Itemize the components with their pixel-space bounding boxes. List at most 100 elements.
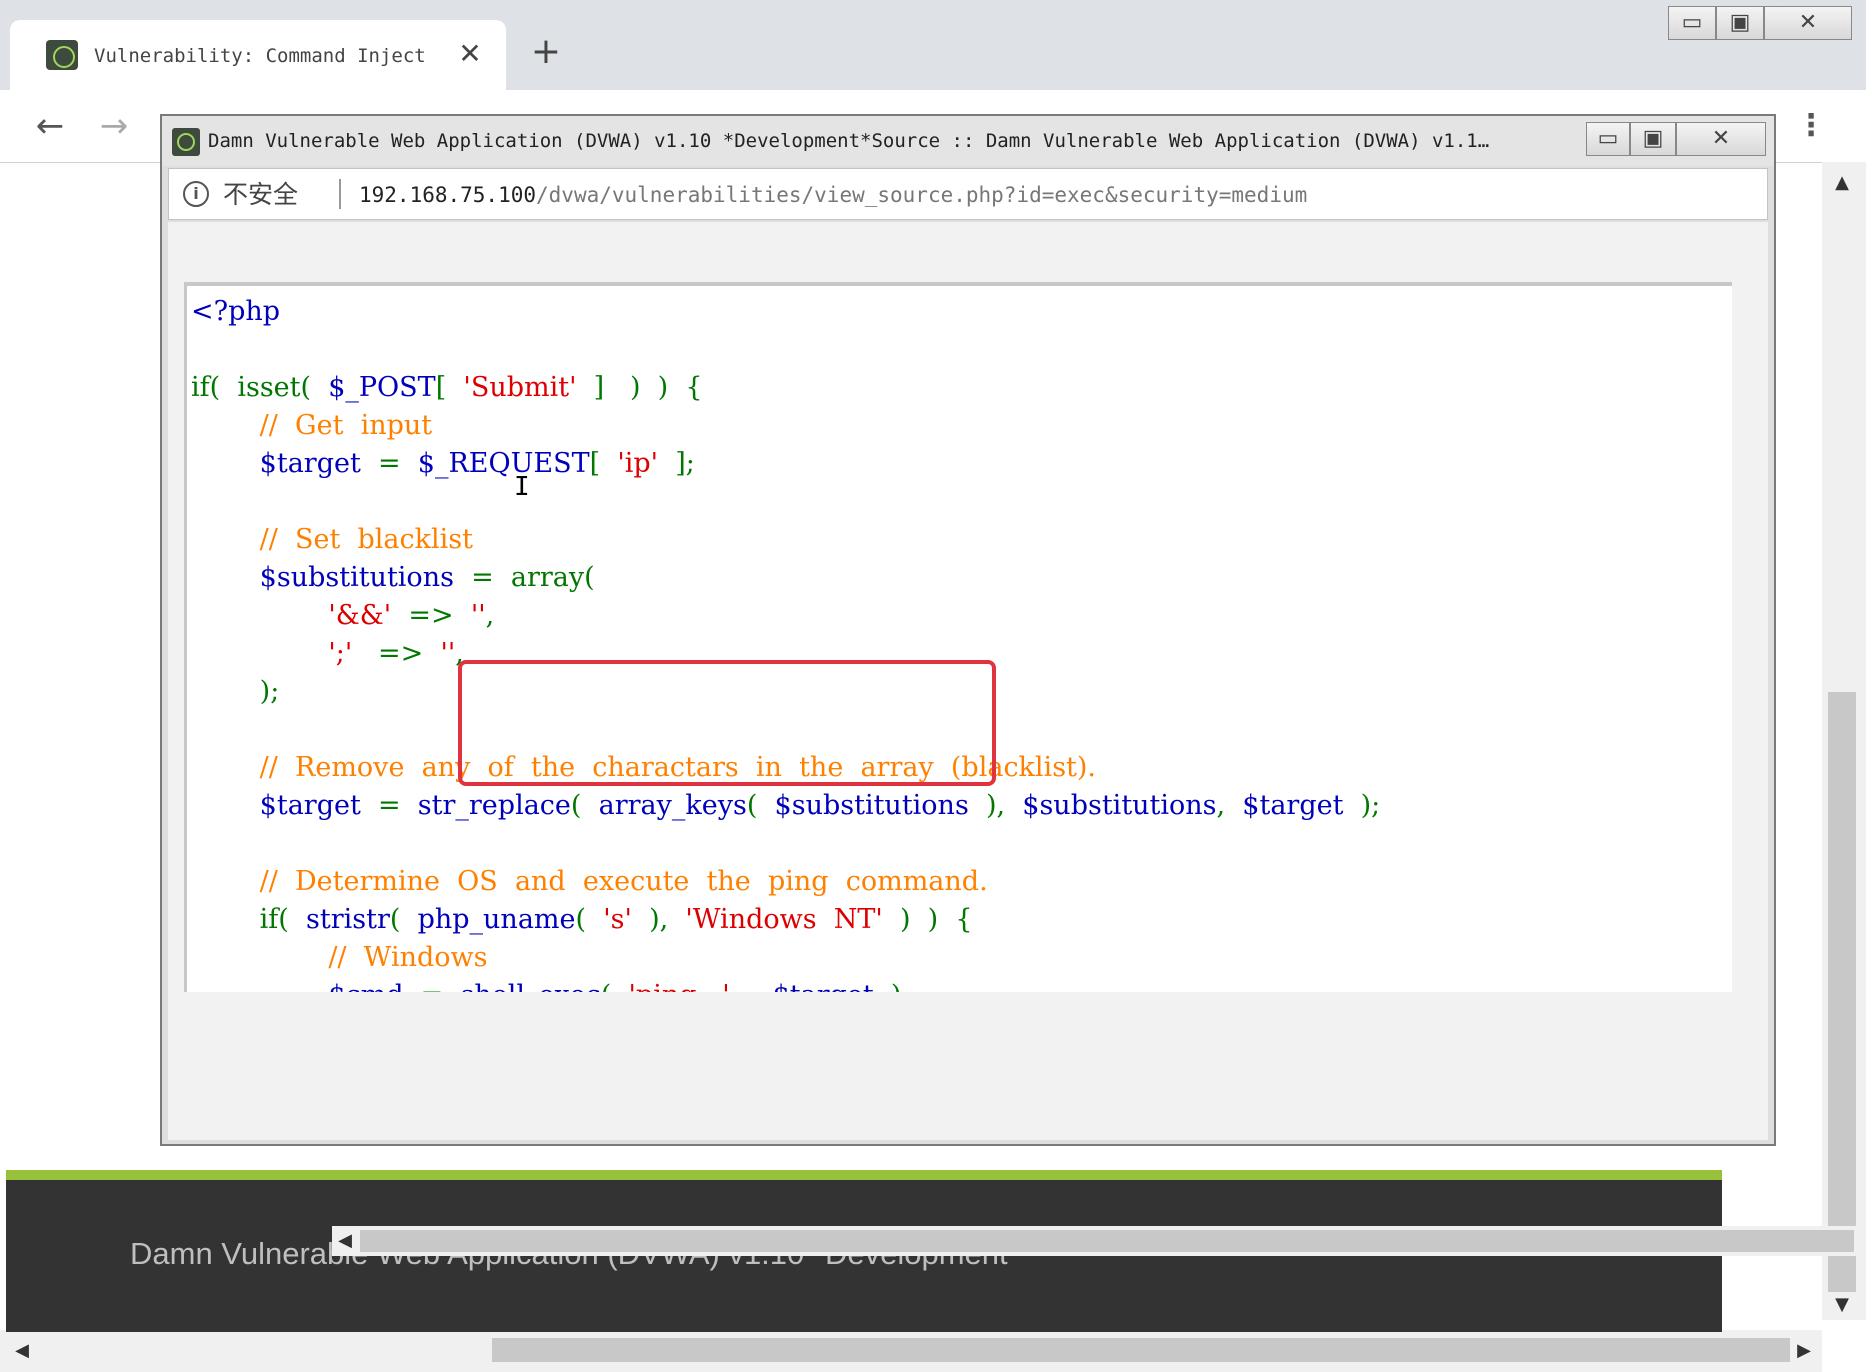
code-token: 'Windows NT' (685, 904, 883, 935)
code-token: ( (570, 790, 599, 821)
outer-tab-active[interactable]: Vulnerability: Command Inject ✕ (10, 20, 506, 90)
code-token: = (421, 980, 461, 992)
code-token: $_REQUEST (417, 448, 590, 479)
code-token: $target (191, 448, 378, 479)
code-token: array_keys (598, 790, 747, 821)
code-token: // Set blacklist (191, 524, 473, 555)
forward-arrow-icon[interactable]: → (92, 104, 136, 148)
code-token: => (391, 600, 471, 631)
code-token: // Windows (191, 942, 488, 973)
code-token: <?php (191, 296, 281, 327)
popup-horizontal-scrollbar[interactable]: ◀ ▶ (332, 1226, 1866, 1256)
popup-title: Damn Vulnerable Web Application (DVWA) v… (208, 130, 1490, 152)
code-line: // Get input (191, 408, 432, 444)
address-separator (339, 179, 341, 209)
code-token: // Get input (191, 410, 433, 441)
scroll-up-arrow-icon[interactable]: ▲ (1828, 168, 1856, 198)
scroll-right-arrow-icon[interactable]: ▶ (1790, 1336, 1818, 1366)
code-token: $target (1242, 790, 1361, 821)
scroll-down-arrow-icon[interactable]: ▼ (1828, 1290, 1856, 1320)
page-horizontal-scroll-thumb[interactable] (492, 1338, 1790, 1362)
outer-close-button[interactable]: ✕ (1764, 6, 1852, 40)
code-line: $substitutions = array( (191, 560, 595, 596)
info-icon[interactable]: i (183, 181, 209, 207)
browser-menu-icon[interactable]: ⋮ (1796, 104, 1826, 148)
url-host: 192.168.75.100 (359, 183, 537, 207)
dvwa-favicon-icon (172, 128, 200, 156)
page-vertical-scroll-thumb[interactable] (1828, 692, 1856, 1292)
code-token: = (377, 790, 418, 821)
code-token: ]; (658, 448, 695, 479)
code-token: ); (191, 676, 280, 707)
code-token: [ (435, 372, 464, 403)
code-token: ); (891, 980, 911, 992)
page-horizontal-scrollbar[interactable]: ◀ ▶ (0, 1330, 1822, 1372)
outer-tab-title: Vulnerability: Command Inject (94, 45, 426, 67)
outer-minimize-button[interactable]: ▭ (1668, 6, 1716, 40)
code-token: 'ping ' (628, 980, 729, 992)
code-token: 's' (603, 904, 632, 935)
tab-close-icon[interactable]: ✕ (450, 34, 490, 74)
code-token: ) ) { (882, 904, 973, 935)
code-token: if( (191, 904, 306, 935)
code-token: = (377, 448, 418, 479)
code-token: php_uname (417, 904, 576, 935)
code-token: $substitutions (1022, 790, 1217, 821)
scroll-left-arrow-icon[interactable]: ◀ (332, 1226, 358, 1256)
code-token: ( (601, 980, 629, 992)
code-token: ( (575, 904, 604, 935)
code-token: ';' (191, 638, 353, 669)
popup-minimize-button[interactable]: ▭ (1586, 122, 1630, 156)
code-token: , (485, 600, 495, 631)
code-token: ( (389, 904, 418, 935)
code-token: [ (589, 448, 618, 479)
code-line: // Windows (191, 940, 488, 976)
code-token: => (352, 638, 441, 669)
code-token: , (1216, 790, 1243, 821)
popup-title-bar[interactable]: Damn Vulnerable Web Application (DVWA) v… (162, 116, 1774, 166)
code-token: . (730, 980, 773, 992)
outer-tab-bar: Vulnerability: Command Inject ✕ + ▭ ▣ ✕ (0, 0, 1866, 90)
popup-address-bar[interactable]: i 不安全 192.168.75.100/dvwa/vulnerabilitie… (168, 168, 1768, 220)
page-footer: Damn Vulnerable Web Application (DVWA) v… (6, 1180, 1722, 1332)
scroll-left-arrow-icon[interactable]: ◀ (8, 1336, 36, 1366)
code-token: $target (773, 980, 891, 992)
new-tab-button[interactable]: + (526, 30, 566, 74)
popup-close-button[interactable]: ✕ (1676, 122, 1766, 156)
security-label[interactable]: 不安全 (223, 177, 313, 213)
code-token: str_replace (417, 790, 571, 821)
code-token: $_POST (328, 372, 436, 403)
code-token: shell_exec (460, 980, 600, 992)
url-path: /dvwa/vulnerabilities/view_source.php?id… (536, 183, 1308, 207)
source-code-block[interactable]: <?php if( isset( $_POST[ 'Submit' ] ) ) {… (184, 282, 1732, 992)
blacklist-highlight-box (458, 660, 996, 786)
code-line: $target = str_replace( array_keys( $subs… (191, 788, 1381, 824)
code-token: '&&' (191, 600, 392, 631)
source-popup-window: Damn Vulnerable Web Application (DVWA) v… (160, 114, 1866, 1256)
code-line: if( stristr( php_uname( 's' ), 'Windows … (191, 902, 973, 938)
code-token: $substitutions (774, 790, 986, 821)
dvwa-favicon-icon (46, 40, 78, 70)
page-vertical-scrollbar[interactable]: ▲ ▼ (1822, 162, 1866, 1320)
code-token: stristr (306, 904, 390, 935)
code-token: 'ip' (617, 448, 659, 479)
code-line: ';' => '', (191, 636, 464, 672)
code-line: $target = $_REQUEST[ 'ip' ]; (191, 446, 695, 482)
popup-horizontal-scroll-thumb[interactable] (360, 1230, 1854, 1252)
code-token: ] ) ) { (576, 372, 703, 403)
popup-maximize-button[interactable]: ▣ (1630, 122, 1676, 156)
code-token: $cmd (191, 980, 421, 992)
back-arrow-icon[interactable]: ← (28, 104, 72, 148)
outer-maximize-button[interactable]: ▣ (1716, 6, 1764, 40)
code-line: '&&' => '', (191, 598, 494, 634)
code-token: 'Submit' (463, 372, 577, 403)
url-text[interactable]: 192.168.75.100/dvwa/vulnerabilities/view… (359, 177, 1659, 213)
code-token: // Determine OS and execute the ping com… (191, 866, 988, 897)
code-line: if( isset( $_POST[ 'Submit' ] ) ) { (191, 370, 703, 406)
code-line: <?php (191, 294, 280, 330)
code-token: if( isset( (191, 372, 329, 403)
code-token: ); (1360, 790, 1381, 821)
code-line: // Set blacklist (191, 522, 473, 558)
footer-accent-bar (6, 1170, 1722, 1180)
code-token: $substitutions (191, 562, 472, 593)
